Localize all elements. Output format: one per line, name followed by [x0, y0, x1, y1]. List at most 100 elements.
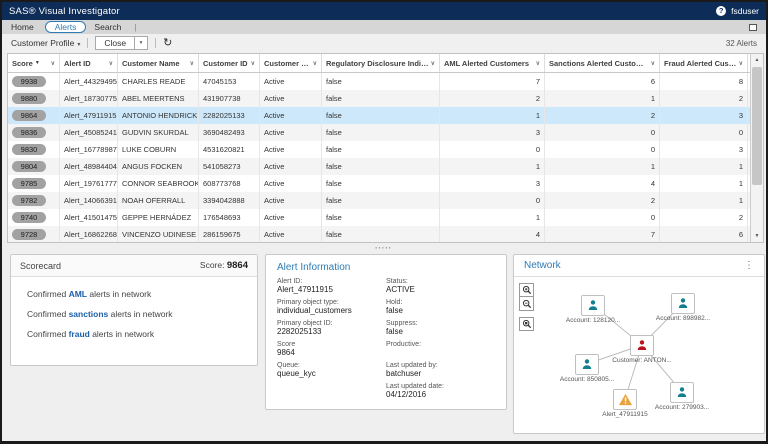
score-pill: 9785	[12, 178, 46, 189]
column-header-alert_id[interactable]: Alert ID∨	[60, 54, 118, 72]
field-value: 9864	[277, 348, 386, 357]
cell-alert_id: Alert_41501475	[60, 209, 118, 226]
filter-chevron-icon[interactable]: ∨	[536, 60, 540, 67]
filter-chevron-icon[interactable]: ∨	[251, 60, 255, 67]
field-value: 04/12/2016	[386, 390, 495, 399]
table-row[interactable]: 9864Alert_47911915ANTONIO HENDRICK228202…	[8, 107, 763, 124]
info-field: Last updated date:04/12/2016	[386, 383, 495, 399]
cell-aml: 2	[440, 90, 545, 107]
network-node-account[interactable]: Account: 279903...	[670, 382, 694, 403]
field-value: false	[386, 327, 495, 336]
cell-score: 9740	[8, 209, 60, 226]
toolbar-divider	[87, 38, 88, 48]
column-header-score[interactable]: Score▼∨	[8, 54, 60, 72]
table-row[interactable]: 9740Alert_41501475GEPPE HERNÁDEZ17654869…	[8, 209, 763, 226]
score-pill: 9804	[12, 161, 46, 172]
cell-fraud: 1	[660, 158, 748, 175]
help-icon[interactable]: ?	[716, 6, 726, 16]
network-node-customer[interactable]: Customer: ANTON...	[630, 335, 654, 356]
network-canvas[interactable]: Account: 128120... Account: 898982... Cust…	[514, 277, 764, 433]
scroll-down-icon[interactable]: ▼	[751, 230, 763, 242]
cell-customer_name: ABEL MEERTENS	[118, 90, 199, 107]
column-header-aml[interactable]: AML Alerted Customers∨	[440, 54, 545, 72]
cell-customer_id: 176548693	[199, 209, 260, 226]
filter-chevron-icon[interactable]: ∨	[313, 60, 317, 67]
table-row[interactable]: 9836Alert_45085241GUDVIN SKURDAL36904824…	[8, 124, 763, 141]
filter-chevron-icon[interactable]: ∨	[739, 60, 743, 67]
cell-customer_status: Active	[260, 158, 322, 175]
cell-aml: 0	[440, 192, 545, 209]
refresh-icon[interactable]: ↻	[163, 38, 172, 49]
tab-home[interactable]: Home	[11, 22, 34, 32]
toolbar-divider	[155, 38, 156, 48]
close-button[interactable]: Close	[95, 36, 135, 50]
close-split-button: Close ▾	[95, 36, 148, 50]
cell-regulatory_disclosure: false	[322, 209, 440, 226]
column-header-sanctions[interactable]: Sanctions Alerted Customers∨	[545, 54, 660, 72]
network-node-account[interactable]: Account: 128120...	[581, 295, 605, 316]
zoom-fit-icon[interactable]	[519, 317, 534, 331]
node-label: Customer: ANTON...	[612, 357, 671, 364]
cell-aml: 3	[440, 124, 545, 141]
app-title: SAS® Visual Investigator	[9, 6, 120, 17]
sort-desc-icon: ▼	[35, 60, 40, 66]
column-header-customer_status[interactable]: Customer S...∨	[260, 54, 322, 72]
column-header-customer_id[interactable]: Customer ID∨	[199, 54, 260, 72]
cell-customer_id: 541058273	[199, 158, 260, 175]
field-value: false	[386, 306, 495, 315]
column-label: Customer ID	[203, 59, 248, 68]
network-node-account[interactable]: Account: 850805...	[575, 354, 599, 375]
zoom-in-icon[interactable]	[519, 283, 534, 297]
column-header-customer_name[interactable]: Customer Name∨	[118, 54, 199, 72]
scorecard-keyword-link[interactable]: AML	[69, 289, 87, 299]
top-bar: SAS® Visual Investigator ? fsduser	[2, 2, 766, 20]
cell-sanctions: 6	[545, 73, 660, 90]
filter-chevron-icon[interactable]: ∨	[431, 60, 435, 67]
table-row[interactable]: 9728Alert_16862268VINCENZO UDINESE286159…	[8, 226, 763, 243]
close-dropdown-icon[interactable]: ▾	[135, 36, 148, 50]
tab-alerts[interactable]: Alerts	[45, 21, 87, 33]
table-row[interactable]: 9785Alert_19761777CONNOR SEABROOK6087737…	[8, 175, 763, 192]
table-row[interactable]: 9938Alert_44329495CHARLES READE47045153A…	[8, 73, 763, 90]
cell-alert_id: Alert_14066391	[60, 192, 118, 209]
scorecard-keyword-link[interactable]: sanctions	[69, 309, 109, 319]
cell-customer_name: CONNOR SEABROOK	[118, 175, 199, 192]
tab-search[interactable]: Search	[94, 22, 121, 32]
person-icon	[581, 295, 605, 316]
cell-alert_id: Alert_47911915	[60, 107, 118, 124]
column-header-fraud[interactable]: Fraud Alerted Customers∨	[660, 54, 748, 72]
window-icon[interactable]	[749, 24, 757, 31]
node-label: Alert_47911915	[602, 411, 647, 418]
zoom-out-icon[interactable]	[519, 297, 534, 311]
table-row[interactable]: 9880Alert_18730775ABEL MEERTENS431907738…	[8, 90, 763, 107]
scorecard-score: Score: 9864	[200, 260, 248, 271]
cell-customer_name: ANGUS FOCKEN	[118, 158, 199, 175]
field-label: Last updated date:	[386, 383, 495, 390]
table-row[interactable]: 9830Alert_16778987LUKE COBURN4531620821A…	[8, 141, 763, 158]
panel-splitter[interactable]: ▪▪▪▪▪	[2, 243, 766, 252]
scrollbar-thumb[interactable]	[752, 67, 762, 185]
score-pill: 9728	[12, 229, 46, 240]
cell-aml: 4	[440, 226, 545, 243]
chevron-down-icon: ▾	[77, 42, 80, 48]
network-node-account[interactable]: Account: 898982...	[671, 293, 695, 314]
person-icon	[670, 382, 694, 403]
scorecard-keyword-link[interactable]: fraud	[69, 329, 90, 339]
filter-chevron-icon[interactable]: ∨	[190, 60, 194, 67]
table-row[interactable]: 9782Alert_14066391NOAH OFERRALL339404288…	[8, 192, 763, 209]
filter-chevron-icon[interactable]: ∨	[651, 60, 655, 67]
filter-chevron-icon[interactable]: ∨	[51, 60, 55, 67]
scroll-up-icon[interactable]: ▲	[751, 54, 763, 66]
cell-customer_name: NOAH OFERRALL	[118, 192, 199, 209]
customer-profile-dropdown[interactable]: Customer Profile▾	[11, 38, 80, 48]
filter-chevron-icon[interactable]: ∨	[109, 60, 113, 67]
network-node-alert[interactable]: Alert_47911915	[613, 389, 637, 410]
table-row[interactable]: 9804Alert_48984404ANGUS FOCKEN541058273A…	[8, 158, 763, 175]
table-scrollbar[interactable]: ▲ ▼	[750, 54, 763, 242]
cell-score: 9864	[8, 107, 60, 124]
cell-score: 9938	[8, 73, 60, 90]
column-header-regulatory_disclosure[interactable]: Regulatory Disclosure Indicator∨	[322, 54, 440, 72]
kebab-menu-icon[interactable]: ⋮	[744, 261, 754, 271]
username[interactable]: fsduser	[731, 6, 759, 16]
alert-info-right: Status:ACTIVEHold:falseSuppress:falsePro…	[386, 278, 495, 399]
